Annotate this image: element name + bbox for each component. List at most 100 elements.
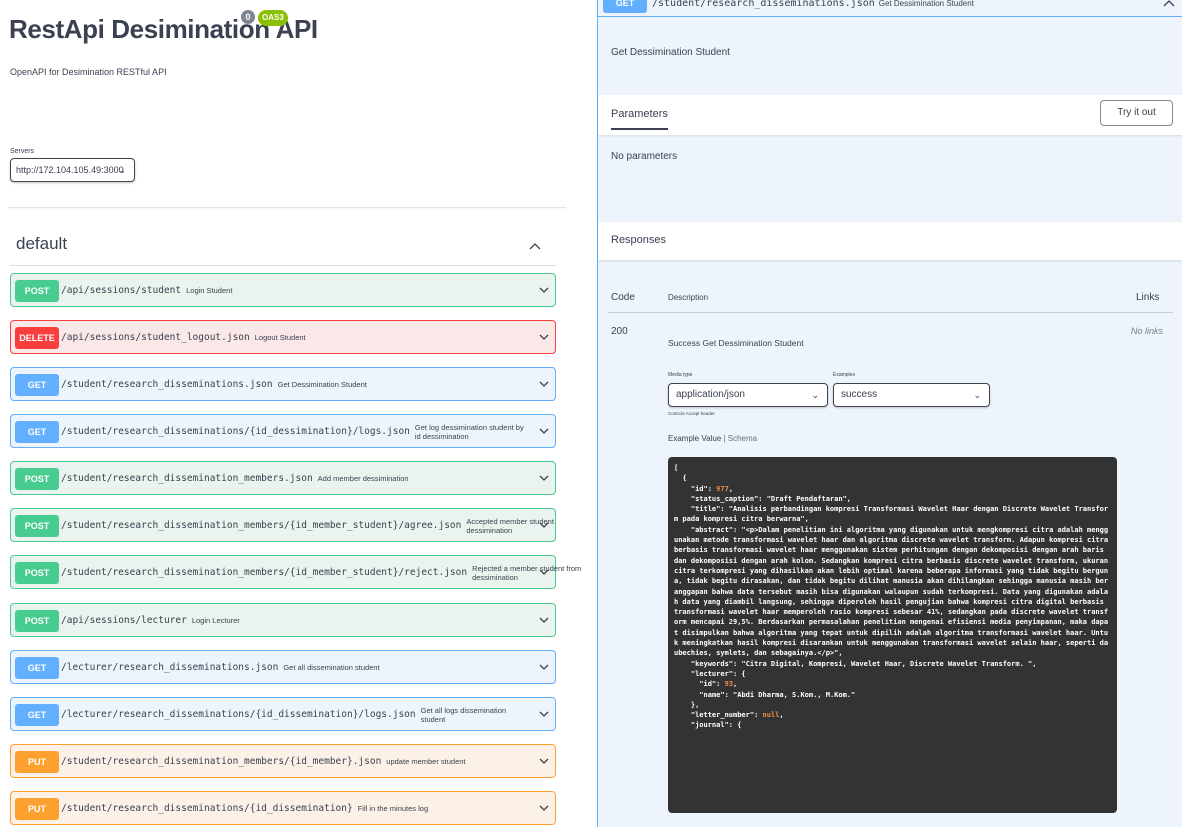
operation-path: /student/research_dissemination_members.… <box>61 473 313 484</box>
divider <box>608 312 1173 313</box>
operation-row[interactable]: DELETE/api/sessions/student_logout.json L… <box>10 320 556 354</box>
response-code: 200 <box>611 326 628 337</box>
example-tabs: Example Value | Schema <box>668 434 757 443</box>
operation-row[interactable]: PUT/student/research_dissemination_membe… <box>10 744 556 778</box>
operation-summary: Add member dessimination <box>317 474 409 483</box>
operation-row[interactable]: POST/student/research_dissemination_memb… <box>10 461 556 495</box>
code-line: [ <box>674 464 679 472</box>
operation-summary: Login Lecturer <box>191 616 240 625</box>
chevron-down-icon[interactable] <box>538 613 550 625</box>
media-type-select[interactable]: application/json ⌄ <box>668 383 828 407</box>
operation-description: Get Dessimination Student <box>611 47 730 58</box>
code-line: { <box>674 474 687 483</box>
code-line: "name": "Abdi Dharma, S.Kom., M.Kom." <box>674 690 856 699</box>
operation-path: /student/research_disseminations.json <box>61 379 273 390</box>
chevron-up-icon[interactable] <box>1163 0 1175 10</box>
code-line: "abstract": "<p>Dalam penelitian ini alg… <box>674 525 1113 658</box>
swagger-ui: RestApi Desimination API 0 OAS3 OpenAPI … <box>0 0 1182 827</box>
parameters-section-header: Parameters Try it out <box>598 95 1182 135</box>
examples-label: Examples <box>833 372 855 378</box>
operation-path-wrap: /student/research_dissemination_members/… <box>61 556 581 590</box>
chevron-down-icon[interactable] <box>538 377 550 389</box>
examples-select[interactable]: success ⌄ <box>833 383 990 407</box>
method-badge: GET <box>15 704 59 726</box>
code-line: "status_caption": "Draft Pendaftaran", <box>674 494 852 503</box>
tab-example-value[interactable]: Example Value <box>668 434 721 443</box>
code-line: "journal": { <box>674 721 742 730</box>
operation-path: /lecturer/research_disseminations/{id_di… <box>61 709 416 720</box>
chevron-down-icon[interactable] <box>538 471 550 483</box>
method-badge: GET <box>15 374 59 396</box>
operation-path-wrap: /api/sessions/lecturer Login Lecturer <box>61 604 240 638</box>
example-json-code: [ { "id": 977, "status_caption": "Draft … <box>668 457 1117 813</box>
method-badge: GET <box>15 657 59 679</box>
operation-path: /student/research_disseminations/{id_dis… <box>61 803 353 814</box>
operation-path-wrap: /student/research_disseminations/{id_des… <box>61 415 525 449</box>
operation-path-wrap: /student/research_dissemination_members.… <box>61 462 409 496</box>
chevron-down-icon[interactable] <box>538 283 550 295</box>
divider <box>8 207 566 208</box>
method-badge: POST <box>15 610 59 632</box>
server-select[interactable]: http://172.104.105.49:3000 ⌄ <box>10 158 135 182</box>
code-line: "keywords": "Citra Digital, Kompresi, Wa… <box>674 659 1037 668</box>
operation-row[interactable]: GET/lecturer/research_disseminations/{id… <box>10 697 556 731</box>
chevron-down-icon[interactable] <box>538 754 550 766</box>
tab-separator: | <box>723 434 726 443</box>
operation-path: /lecturer/research_disseminations.json <box>61 662 279 673</box>
operation-row[interactable]: POST/api/sessions/lecturer Login Lecturer <box>10 603 556 637</box>
operation-summary: Logout Student <box>254 333 306 342</box>
code-line: "title": "Analisis perbandingan kompresi… <box>674 505 1109 524</box>
code-line: "lecturer": { <box>674 669 746 678</box>
code-line: "id": 93, <box>674 680 738 689</box>
chevron-down-icon[interactable] <box>538 707 550 719</box>
chevron-down-icon: ⌄ <box>811 390 819 400</box>
tag-title[interactable]: default <box>16 234 67 254</box>
chevron-down-icon[interactable] <box>538 330 550 342</box>
operation-summary: update member student <box>386 757 466 766</box>
operation-row[interactable]: POST/student/research_dissemination_memb… <box>10 508 556 542</box>
chevron-down-icon[interactable] <box>538 660 550 672</box>
media-type-label: Media type <box>668 372 693 378</box>
operation-path-wrap: /student/research_disseminations.json Get… <box>61 368 367 402</box>
api-list-pane: RestApi Desimination API 0 OAS3 OpenAPI … <box>0 0 581 827</box>
no-parameters-text: No parameters <box>611 151 678 162</box>
chevron-down-icon: ⌄ <box>118 165 126 175</box>
operation-path: /student/research_dissemination_members/… <box>61 756 382 767</box>
parameters-tab[interactable]: Parameters <box>611 108 668 130</box>
operation-row[interactable]: GET/student/research_disseminations/{id_… <box>10 414 556 448</box>
operation-summary: Get Dessimination Student <box>878 0 974 8</box>
operation-row[interactable]: PUT/student/research_disseminations/{id_… <box>10 791 556 825</box>
operation-path-wrap: /student/research_dissemination_members/… <box>61 745 466 779</box>
operation-summary: Fill in the minutes log <box>357 804 429 813</box>
operation-header[interactable]: GET /student/research_disseminations.jso… <box>598 0 1182 17</box>
chevron-down-icon: ⌄ <box>973 390 981 400</box>
chevron-up-icon[interactable] <box>529 238 541 253</box>
operation-row[interactable]: POST/student/research_dissemination_memb… <box>10 555 581 590</box>
responses-title: Responses <box>611 234 667 246</box>
chevron-down-icon[interactable] <box>538 424 550 436</box>
operation-summary: Accepted member student dessimination <box>466 516 554 535</box>
method-badge: GET <box>15 421 59 443</box>
servers-label: Servers <box>10 148 35 155</box>
operation-row[interactable]: GET/lecturer/research_disseminations.jso… <box>10 650 556 684</box>
code-line: "id": 977, <box>674 484 734 493</box>
operation-detail-pane: GET /student/research_disseminations.jso… <box>597 0 1182 827</box>
chevron-down-icon[interactable] <box>538 801 550 813</box>
divider <box>10 265 556 266</box>
operation-summary: Rejected a member student from dessimina… <box>472 563 582 582</box>
server-select-value: http://172.104.105.49:3000 <box>16 165 124 175</box>
operation-path: /api/sessions/lecturer <box>61 615 187 626</box>
operation-row[interactable]: POST/api/sessions/student Login Student <box>10 273 556 307</box>
operation-path-wrap: /api/sessions/student Login Student <box>61 274 232 308</box>
operation-summary: Get all dissemination student <box>283 663 380 672</box>
operation-row[interactable]: GET/student/research_disseminations.json… <box>10 367 556 401</box>
try-it-out-button[interactable]: Try it out <box>1100 100 1173 126</box>
operation-path-wrap: /student/research_disseminations/{id_dis… <box>61 792 428 826</box>
chevron-down-icon[interactable] <box>538 565 550 577</box>
tab-schema[interactable]: Schema <box>728 434 757 443</box>
method-badge: POST <box>15 515 59 537</box>
chevron-down-icon[interactable] <box>538 518 550 530</box>
method-badge: PUT <box>15 751 59 773</box>
method-badge: DELETE <box>15 327 59 349</box>
operation-summary: Get log dessimination student by id dess… <box>414 422 524 441</box>
